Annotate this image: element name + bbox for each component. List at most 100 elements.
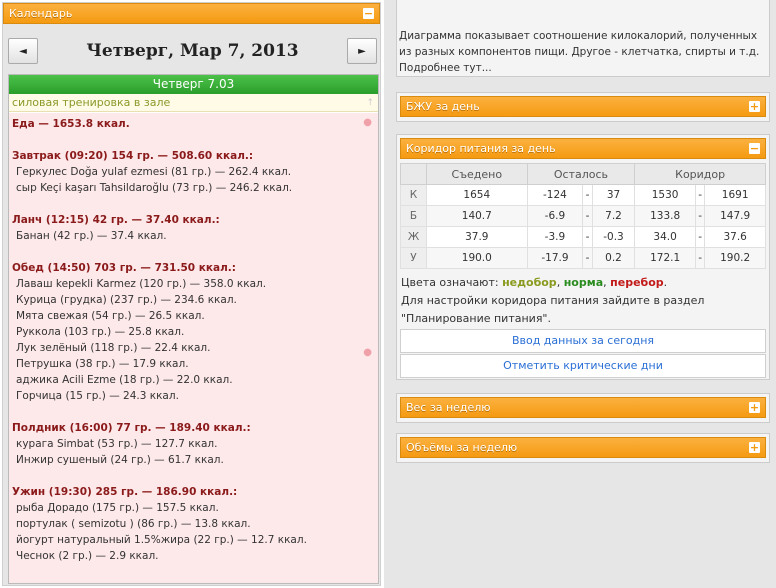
- food-item: Лаваш kepekli Karmez (120 гр.) — 358.0 к…: [16, 278, 267, 290]
- meal-title: Полдник (16:00) 77 гр. — 189.40 ккал.:: [12, 422, 251, 434]
- description-text: Диаграмма показывает соотношение килокал…: [399, 30, 760, 58]
- meal-list: ● ● Еда — 1653.8 ккал. Завтрак (09:20) 1…: [9, 113, 378, 583]
- bju-header[interactable]: БЖУ за день +: [400, 96, 766, 117]
- legend-norm: норма: [563, 276, 604, 289]
- eaten-value: 190.0: [426, 247, 528, 269]
- food-item: Руккола (103 гр.) — 25.8 ккал.: [16, 326, 185, 338]
- prev-day-button[interactable]: ◄: [8, 38, 38, 64]
- current-date: Четверг, Мар 7, 2013: [86, 41, 299, 61]
- workout-entry[interactable]: силовая тренировка в зале ↑: [9, 94, 378, 112]
- table-header-blank: [400, 163, 427, 185]
- meal-title: Ужин (19:30) 285 гр. — 186.90 ккал.:: [12, 486, 238, 498]
- bju-panel: БЖУ за день +: [396, 92, 770, 122]
- eaten-value: 140.7: [426, 205, 528, 227]
- remaining-max: -0.3: [591, 226, 636, 248]
- food-item: Инжир сушеный (24 гр.) — 61.7 ккал.: [16, 454, 224, 466]
- remaining-min: -3.9: [526, 226, 584, 248]
- volumes-panel: Объёмы за неделю +: [396, 433, 770, 463]
- food-item: Горчица (15 гр.) — 24.3 ккал.: [16, 390, 179, 402]
- corridor-max: 1691: [704, 184, 766, 206]
- collapse-icon[interactable]: −: [749, 143, 760, 154]
- table-row: Ж 37.9 -3.9- -0.3 34.0-37.6: [400, 226, 766, 248]
- food-item: Чеснок (2 гр.) — 2.9 ккал.: [16, 550, 159, 562]
- volumes-title: Объёмы за неделю: [406, 441, 518, 454]
- corridor-max: 37.6: [704, 226, 766, 248]
- remaining-max: 37: [591, 184, 636, 206]
- right-column: Диаграмма показывает соотношение килокал…: [384, 0, 776, 588]
- remaining-min: -17.9: [526, 247, 584, 269]
- remaining-min: -6.9: [526, 205, 584, 227]
- remaining-min: -124: [526, 184, 584, 206]
- next-day-button[interactable]: ►: [346, 38, 377, 64]
- workout-label: силовая тренировка в зале: [12, 96, 171, 109]
- food-item: Петрушка (38 гр.) — 17.9 ккал.: [16, 358, 189, 370]
- table-header-corridor: Коридор: [634, 163, 766, 185]
- legend-prefix: Цвета означают:: [401, 276, 499, 289]
- row-label: У: [400, 247, 427, 269]
- expand-icon[interactable]: +: [749, 442, 760, 453]
- food-item: курага Simbat (53 гр.) — 127.7 ккал.: [16, 438, 218, 450]
- corridor-min: 172.1: [634, 247, 696, 269]
- nutrition-table: Съедено Осталось Коридор К 1654 -124-37 153…: [400, 163, 766, 269]
- legend-sep: ,: [603, 276, 607, 289]
- table-header-remaining: Осталось: [526, 163, 636, 185]
- calendar-title: Календарь: [9, 7, 73, 20]
- pin-icon[interactable]: ●: [363, 345, 372, 361]
- chart-description: Диаграмма показывает соотношение килокал…: [396, 0, 770, 77]
- range-dash: -: [582, 205, 593, 227]
- corridor-max: 147.9: [704, 205, 766, 227]
- corridor-header[interactable]: Коридор питания за день −: [400, 138, 766, 159]
- range-dash: -: [582, 247, 593, 269]
- corridor-min: 1530: [634, 184, 696, 206]
- row-label: К: [400, 184, 427, 206]
- expand-icon[interactable]: +: [749, 101, 760, 112]
- range-dash: -: [694, 205, 706, 227]
- weight-header[interactable]: Вес за неделю +: [400, 397, 766, 418]
- range-dash: -: [694, 247, 706, 269]
- remaining-max: 0.2: [591, 247, 636, 269]
- food-item: рыба Дорадо (175 гр.) — 157.5 ккал.: [16, 502, 219, 514]
- expand-icon[interactable]: +: [749, 402, 760, 413]
- calendar-panel: Календарь − ◄ Четверг, Мар 7, 2013 ► Чет…: [2, 2, 381, 586]
- weight-panel: Вес за неделю +: [396, 393, 770, 423]
- corridor-title: Коридор питания за день: [406, 142, 556, 155]
- day-summary: Четверг 7.03 силовая тренировка в зале ↑…: [8, 74, 379, 584]
- meal-title: Ланч (12:15) 42 гр. — 37.40 ккал.:: [12, 214, 220, 226]
- mark-critical-days-button[interactable]: Отметить критические дни: [400, 354, 766, 378]
- collapse-icon[interactable]: −: [363, 8, 374, 19]
- enter-today-button[interactable]: Ввод данных за сегодня: [400, 329, 766, 353]
- color-legend: Цвета означают: недобор, норма, перебор.…: [400, 274, 766, 328]
- table-header-eaten: Съедено: [426, 163, 528, 185]
- legend-sep: ,: [556, 276, 561, 289]
- row-label: Ж: [400, 226, 427, 248]
- table-row: К 1654 -124-37 1530-1691: [400, 184, 766, 206]
- meal-title: Завтрак (09:20) 154 гр. — 508.60 ккал.:: [12, 150, 254, 162]
- food-item: йогурт натуральный 1.5%жира (22 гр.) — 1…: [16, 534, 307, 546]
- bju-title: БЖУ за день: [406, 100, 480, 113]
- more-link[interactable]: Подробнее тут...: [399, 62, 492, 74]
- day-header: Четверг 7.03: [9, 75, 378, 94]
- food-item: Банан (42 гр.) — 37.4 ккал.: [16, 230, 167, 242]
- corridor-panel: Коридор питания за день − Съедено Остало…: [396, 134, 770, 380]
- remaining-max: 7.2: [591, 205, 636, 227]
- food-item: Лук зелёный (118 гр.) — 22.4 ккал.: [16, 342, 211, 354]
- food-item: Курица (грудка) (237 гр.) — 234.6 ккал.: [16, 294, 237, 306]
- legend-under: недобор: [502, 276, 557, 289]
- corridor-max: 190.2: [704, 247, 766, 269]
- pin-icon[interactable]: ●: [363, 115, 372, 131]
- legend-end: .: [663, 276, 668, 289]
- food-item: аджика Acili Ezme (18 гр.) — 22.0 ккал.: [16, 374, 233, 386]
- corridor-min: 34.0: [634, 226, 696, 248]
- legend-over: перебор: [610, 276, 664, 289]
- range-dash: -: [694, 226, 706, 248]
- calendar-header[interactable]: Календарь −: [3, 3, 380, 24]
- settings-note: Для настройки коридора питания зайдите в…: [401, 294, 705, 325]
- range-dash: -: [694, 184, 706, 206]
- corridor-min: 133.8: [634, 205, 696, 227]
- row-label: Б: [400, 205, 427, 227]
- food-item: портулак ( semizotu ) (86 гр.) — 13.8 кк…: [16, 518, 251, 530]
- volumes-header[interactable]: Объёмы за неделю +: [400, 437, 766, 458]
- food-item: сыр Keçi kaşarı Tahsildaroğlu (73 гр.) —…: [16, 182, 293, 194]
- info-icon[interactable]: ↑: [366, 94, 374, 111]
- weight-title: Вес за неделю: [406, 401, 491, 414]
